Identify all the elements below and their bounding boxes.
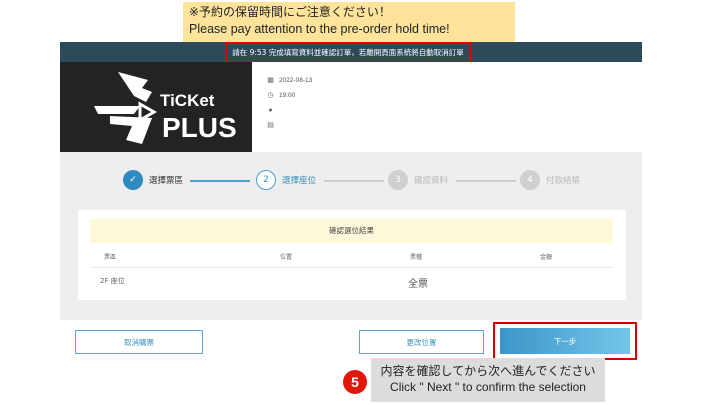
step-confirm-info: 3 確認資料 [388,170,448,190]
confirm-title: 確認選位結果 [90,219,613,243]
step-select-area: ✓ 選擇票區 [123,170,183,190]
event-time-row: ◷ 19:00 [266,89,312,101]
check-icon: ✓ [123,170,143,190]
event-date-row: ▦ 2022-08-13 [266,74,312,86]
instruction-en: Click " Next " to confirm the selection [390,380,586,394]
table-divider [90,267,613,268]
notice-jp: ※予約の保留時間にご注意ください！ [189,5,391,19]
instruction-jp: 内容を確認してから次へ進んでください [380,364,596,378]
step-connector [324,180,384,182]
building-icon: ▤ [267,122,274,129]
clock-icon: ◷ [267,92,274,99]
next-button[interactable]: 下一步 [500,328,630,354]
header-ticket-type: 票種 [410,254,423,261]
event-time: 19:00 [279,91,296,99]
step-select-seat: 2 選擇座位 [256,170,316,190]
event-date: 2022-08-13 [279,76,313,84]
calendar-icon: ▦ [267,77,274,84]
header-amount: 金額 [540,254,553,261]
notice-en: Please pay attention to the pre-order ho… [189,22,450,36]
header-position: 位置 [280,254,293,261]
logo-ticket-icon: TiCKet PLUS [94,72,237,144]
step-label: 確認資料 [414,176,449,186]
step-label: 付款結帳 [546,176,581,186]
change-seat-button[interactable]: 更改位置 [359,330,484,354]
event-location-row: ● [266,104,312,116]
header-area: 票區 [104,254,117,261]
logo-text-plus: PLUS [162,112,237,143]
step-label: 選擇票區 [149,176,184,186]
step-number: 2 [256,170,276,190]
step-number: 4 [520,170,540,190]
logo-text-ticket: TiCKet [160,91,215,110]
step-checkout: 4 付款結帳 [520,170,580,190]
step-connector [456,180,516,182]
step-number: 3 [388,170,408,190]
hold-time-notice: ※予約の保留時間にご注意ください！ Please pay attention t… [183,2,515,42]
annotation-instruction: 内容を確認してから次へ進んでください Click " Next " to con… [371,358,605,402]
cancel-purchase-button[interactable]: 取消購票 [75,330,203,354]
ticketplus-logo: TiCKet PLUS [60,62,252,152]
annotation-step-number: 5 [343,370,367,394]
countdown-banner: 請在 9:53 完成填寫資料並確認訂單，若離開頁面系統將自動取消訂單 [225,42,471,63]
step-label: 選擇座位 [282,176,317,186]
pin-icon: ● [268,106,273,114]
cell-area: 2F 座位 [100,277,125,285]
event-venue-row: ▤ [266,119,312,131]
step-connector [190,180,250,182]
event-info: ▦ 2022-08-13 ◷ 19:00 ● ▤ [266,74,312,134]
cell-ticket-type: 全票 [408,279,428,290]
